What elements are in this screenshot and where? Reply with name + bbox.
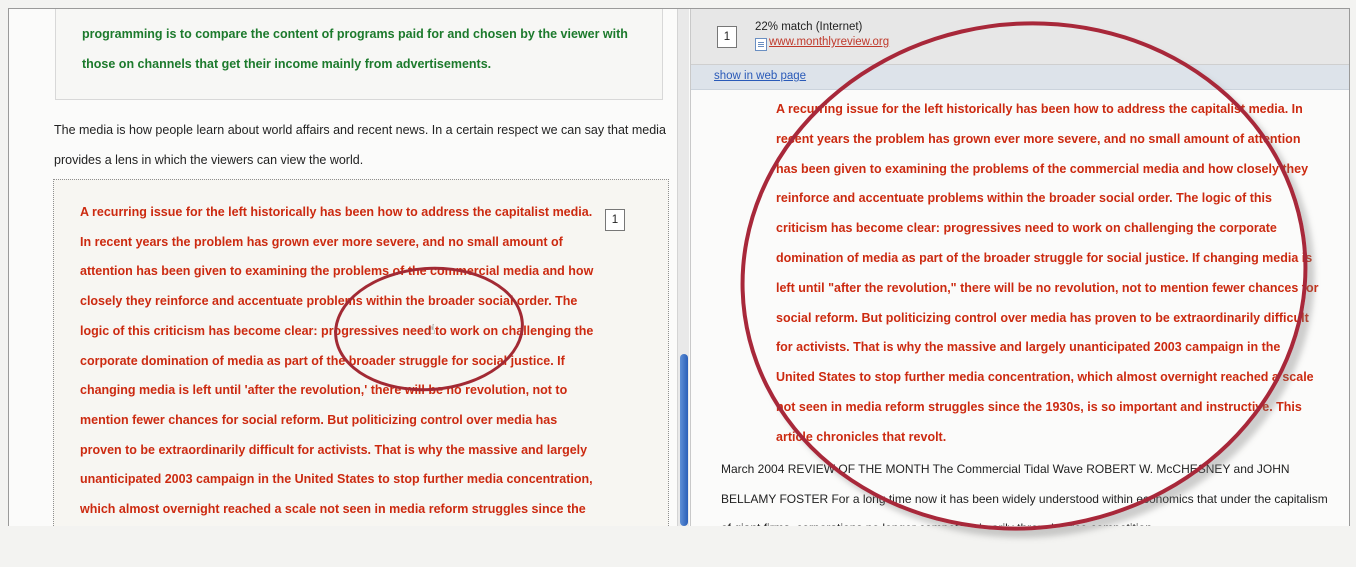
source-body-text: March 2004 REVIEW OF THE MONTH The Comme… [721, 462, 1328, 526]
green-highlighted-text: programming is to compare the content of… [82, 27, 628, 71]
show-in-web-page-link[interactable]: show in web page [714, 70, 806, 82]
scrollbar-thumb[interactable] [680, 354, 688, 526]
hand-cursor-icon: ☝ [427, 321, 436, 337]
matched-passage-box[interactable]: A recurring issue for the left historica… [53, 179, 669, 526]
match-number-badge[interactable]: 1 [605, 209, 625, 231]
source-url-link[interactable]: www.monthlyreview.org [769, 36, 889, 48]
submitted-paper-pane[interactable]: programming is to compare the content of… [9, 9, 689, 526]
source-matched-text: A recurring issue for the left historica… [776, 102, 1319, 444]
show-in-web-page-bar: show in web page [691, 65, 1349, 90]
previous-highlight-box: programming is to compare the content of… [55, 9, 663, 100]
match-percentage: 22% match (Internet) [755, 21, 863, 33]
matched-passage-text: A recurring issue for the left historica… [80, 205, 594, 517]
source-match-pane[interactable]: 1 22% match (Internet) www.monthlyreview… [690, 9, 1349, 526]
vertical-scrollbar[interactable] [677, 9, 689, 526]
source-match-number-badge[interactable]: 1 [717, 26, 737, 48]
source-header: 1 22% match (Internet) www.monthlyreview… [691, 9, 1349, 65]
paper-paragraph: The media is how people learn about worl… [54, 123, 666, 167]
document-icon [755, 38, 767, 51]
plagiarism-comparison-viewer: programming is to compare the content of… [8, 8, 1350, 526]
